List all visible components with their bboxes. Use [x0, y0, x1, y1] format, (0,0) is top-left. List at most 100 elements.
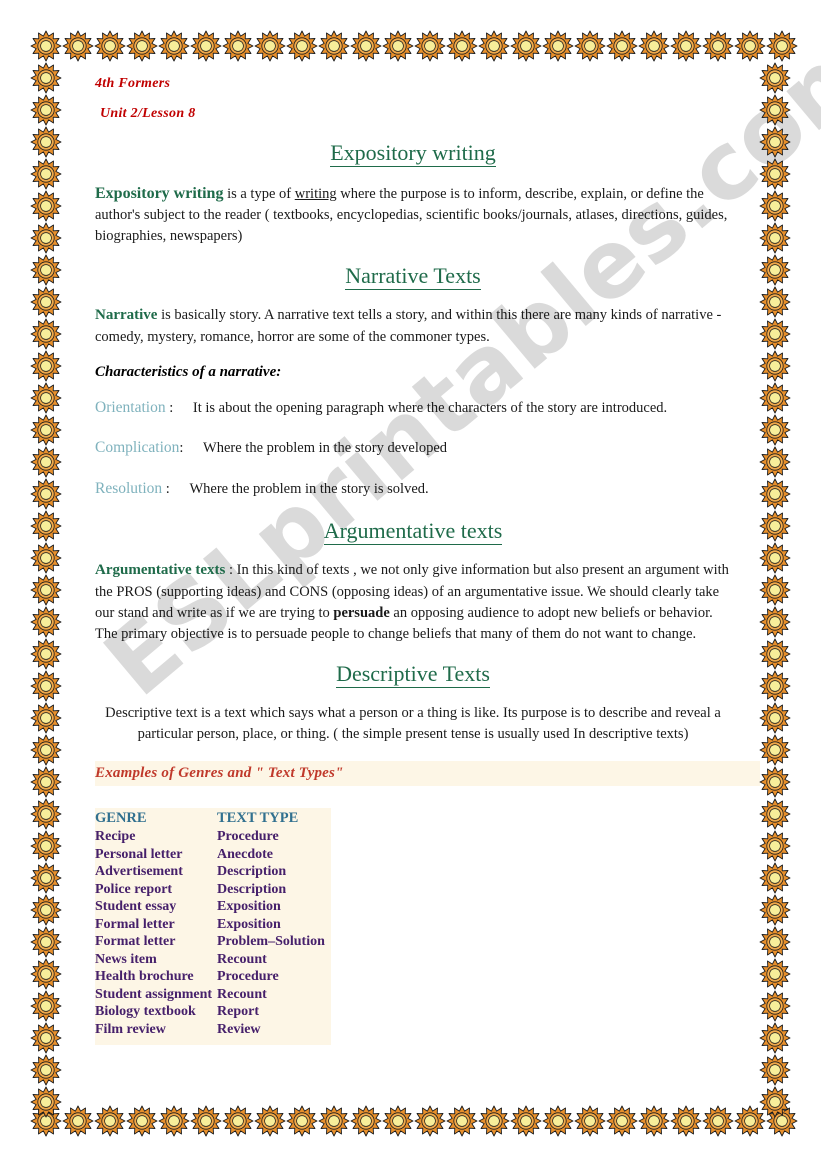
cell-text-type: Procedure [217, 969, 279, 985]
sun-icon [286, 30, 318, 62]
sun-icon [759, 926, 791, 958]
sun-icon [62, 30, 94, 62]
sun-icon [30, 222, 62, 254]
cell-genre: Advertisement [95, 864, 183, 880]
cell-text-type: Report [217, 1004, 259, 1020]
sun-icon [318, 30, 350, 62]
sun-icon [734, 30, 766, 62]
sun-icon [190, 1105, 222, 1137]
sun-icon [759, 254, 791, 286]
sun-icon [30, 702, 62, 734]
sun-icon [158, 1105, 190, 1137]
table-row: Advertisement Description [95, 864, 331, 882]
table-header-row: GENRE TEXT TYPE [95, 810, 331, 829]
sun-icon [759, 1054, 791, 1086]
feature-resolution: Resolution : Where the problem in the st… [95, 478, 731, 500]
unit-lesson: Unit 2/Lesson 8 [100, 106, 196, 121]
cell-genre: Formal letter [95, 916, 175, 932]
genre-banner: Examples of Genres and " Text Types" [95, 761, 760, 787]
sun-icon [759, 510, 791, 542]
feature-sep-complication: : [179, 440, 184, 457]
feature-sep-orientation: : [169, 399, 174, 416]
sun-icon [759, 62, 791, 94]
sun-border-top [30, 30, 798, 62]
sun-icon [30, 638, 62, 670]
feature-text-orientation: It is about the opening paragraph where … [192, 399, 668, 416]
sun-icon [190, 30, 222, 62]
sun-icon [759, 798, 791, 830]
sun-icon [759, 222, 791, 254]
sun-icon [30, 830, 62, 862]
feature-complication: Complication: Where the problem in the s… [95, 437, 731, 459]
sun-border-bottom [30, 1105, 798, 1137]
sun-icon [759, 734, 791, 766]
sun-icon [638, 1105, 670, 1137]
sun-icon [158, 30, 190, 62]
sun-icon [606, 30, 638, 62]
narrative-lead: Narrative [95, 307, 158, 324]
sun-icon [30, 798, 62, 830]
sun-icon [222, 30, 254, 62]
cell-text-type: Description [217, 881, 287, 897]
cell-text-type: Exposition [217, 899, 281, 915]
sun-icon [30, 478, 62, 510]
sun-icon [30, 126, 62, 158]
sun-icon [30, 62, 62, 94]
feature-text-complication: Where the problem in the story developed [203, 440, 448, 457]
sun-icon [759, 1022, 791, 1054]
sun-icon [542, 30, 574, 62]
class-level: 4th Formers [95, 76, 171, 91]
sun-icon [30, 1086, 62, 1118]
heading-argumentative-text: Argumentative texts [323, 518, 503, 546]
sun-icon [446, 30, 478, 62]
genre-banner-title: Examples of Genres and " Text Types" [95, 765, 344, 782]
sun-icon [350, 30, 382, 62]
sun-icon [759, 638, 791, 670]
cell-genre: Film review [95, 1021, 166, 1037]
cell-text-type: Description [217, 864, 287, 880]
argumentative-bold-persuade: persuade [333, 605, 390, 622]
cell-genre: News item [95, 951, 157, 967]
sun-icon [478, 30, 510, 62]
table-row: News item Recount [95, 952, 331, 970]
sun-icon [30, 158, 62, 190]
sun-icon [30, 1022, 62, 1054]
sun-icon [759, 478, 791, 510]
sun-icon [759, 1086, 791, 1118]
table-row: Student essay Exposition [95, 899, 331, 917]
feature-label-resolution: Resolution [95, 479, 163, 497]
sun-icon [30, 766, 62, 798]
heading-descriptive-text: Descriptive Texts [336, 661, 490, 689]
sun-icon [254, 1105, 286, 1137]
sun-icon [446, 1105, 478, 1137]
expository-link-writing[interactable]: writing [295, 186, 337, 202]
sun-icon [222, 1105, 254, 1137]
sun-icon [30, 734, 62, 766]
cell-text-type: Anecdote [217, 846, 273, 862]
sun-icon [542, 1105, 574, 1137]
cell-genre: Biology textbook [95, 1004, 196, 1020]
sun-icon [414, 1105, 446, 1137]
sun-icon [510, 30, 542, 62]
sun-icon [30, 1054, 62, 1086]
sun-icon [30, 446, 62, 478]
table-row: Health brochure Procedure [95, 969, 331, 987]
heading-expository-text: Expository writing [330, 140, 496, 167]
sun-icon [382, 30, 414, 62]
sun-icon [382, 1105, 414, 1137]
sun-icon [30, 542, 62, 574]
table-row: Personal letter Anecdote [95, 847, 331, 865]
table-row: Formal letter Exposition [95, 917, 331, 935]
sun-icon [30, 318, 62, 350]
column-header-genre: GENRE [95, 810, 147, 827]
sun-icon [759, 286, 791, 318]
sun-icon [759, 830, 791, 862]
sun-icon [286, 1105, 318, 1137]
table-row: Police report Description [95, 882, 331, 900]
sun-icon [30, 414, 62, 446]
sun-icon [759, 382, 791, 414]
worksheet-content: 4th Formers Unit 2/Lesson 8 Expository w… [62, 62, 760, 1046]
cell-genre: Student assignment [95, 986, 213, 1002]
sun-icon [30, 350, 62, 382]
heading-narrative-text: Narrative Texts [345, 263, 481, 291]
